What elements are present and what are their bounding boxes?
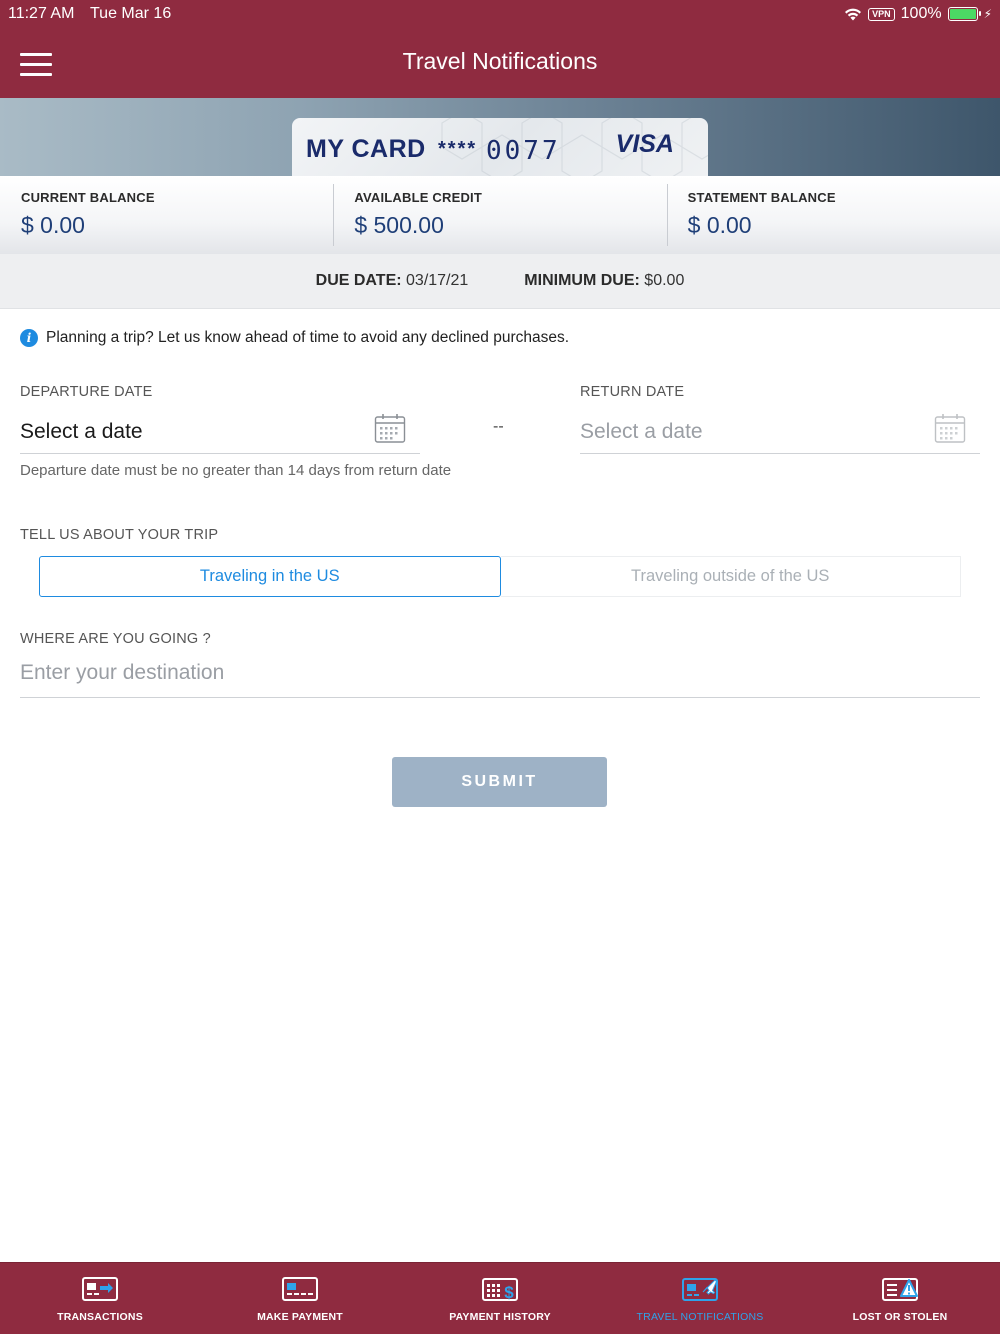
make-payment-icon <box>282 1277 318 1301</box>
tab-payment-history[interactable]: $ PAYMENT HISTORY <box>400 1263 600 1334</box>
balance-value: $ 0.00 <box>21 212 85 238</box>
battery-icon <box>947 7 981 21</box>
tab-label: PAYMENT HISTORY <box>449 1311 551 1323</box>
visa-logo: VISA <box>615 130 674 158</box>
lost-or-stolen-icon <box>882 1278 918 1301</box>
tab-transactions[interactable]: TRANSACTIONS <box>0 1263 200 1334</box>
date-hint: Departure date must be no greater than 1… <box>20 462 452 479</box>
info-text: Planning a trip? Let us know ahead of ti… <box>46 329 570 346</box>
departure-date-label: DEPARTURE DATE <box>20 384 153 400</box>
card-name: MY CARD <box>306 135 426 163</box>
minimum-due-label: MINIMUM DUE: <box>524 272 640 289</box>
balance-label: CURRENT BALANCE <box>21 190 155 205</box>
submit-button[interactable]: SUBMIT <box>392 757 607 807</box>
trip-type-label: TELL US ABOUT YOUR TRIP <box>20 527 219 543</box>
current-balance: CURRENT BALANCE $ 0.00 <box>0 176 333 254</box>
balance-label: AVAILABLE CREDIT <box>354 190 482 205</box>
balance-label: STATEMENT BALANCE <box>687 190 836 205</box>
bottom-tab-bar: TRANSACTIONS MAKE PAYMENT $ PAYMENT HIST… <box>0 1262 1000 1334</box>
destination-label: WHERE ARE YOU GOING ? <box>20 631 211 647</box>
due-date: DUE DATE: 03/17/21 <box>316 272 469 290</box>
statement-balance: STATEMENT BALANCE $ 0.00 <box>666 176 1000 254</box>
minimum-due: MINIMUM DUE: $0.00 <box>524 272 684 290</box>
top-bar: 11:27 AM Tue Mar 16 VPN 100% ⚡ Travel No… <box>0 0 1000 98</box>
charging-bolt-icon: ⚡ <box>983 7 992 21</box>
return-date-value: Select a date <box>580 420 703 443</box>
calendar-icon <box>934 414 966 443</box>
tab-lost-or-stolen[interactable]: LOST OR STOLEN <box>800 1263 1000 1334</box>
trip-type-selector: Traveling in the US Traveling outside of… <box>39 556 961 597</box>
balance-value: $ 500.00 <box>354 212 444 238</box>
trip-option-outside-us[interactable]: Traveling outside of the US <box>500 556 961 597</box>
destination-input[interactable] <box>20 651 980 695</box>
tab-label: TRAVEL NOTIFICATIONS <box>636 1311 764 1323</box>
calendar-icon <box>374 414 406 443</box>
due-date-label: DUE DATE: <box>315 272 402 289</box>
payment-history-icon: $ <box>482 1278 518 1302</box>
return-date-field[interactable]: Select a date <box>580 412 980 454</box>
card-last-four: 0077 <box>486 136 561 166</box>
return-date-label: RETURN DATE <box>580 384 685 400</box>
tab-make-payment[interactable]: MAKE PAYMENT <box>200 1263 400 1334</box>
status-indicators: VPN 100% ⚡ <box>844 5 992 23</box>
minimum-due-value: $0.00 <box>644 272 685 289</box>
travel-notifications-icon <box>682 1278 718 1301</box>
tab-label: LOST OR STOLEN <box>852 1311 948 1323</box>
due-summary: DUE DATE: 03/17/21 MINIMUM DUE: $0.00 <box>0 254 1000 309</box>
info-message: i Planning a trip? Let us know ahead of … <box>20 329 569 347</box>
info-icon: i <box>20 329 38 347</box>
balances-panel: CURRENT BALANCE $ 0.00 AVAILABLE CREDIT … <box>0 176 1000 254</box>
date-range-separator: -- <box>493 418 504 435</box>
status-date: Tue Mar 16 <box>90 5 172 22</box>
departure-date-value: Select a date <box>20 420 143 443</box>
available-credit: AVAILABLE CREDIT $ 500.00 <box>333 176 666 254</box>
balance-value: $ 0.00 <box>687 212 752 238</box>
transactions-icon <box>82 1277 118 1301</box>
wifi-icon <box>845 8 862 21</box>
tab-label: MAKE PAYMENT <box>257 1311 343 1323</box>
svg-text:$: $ <box>504 1283 514 1302</box>
vpn-badge: VPN <box>868 7 895 21</box>
card-banner: MY CARD **** 0077 VISA <box>0 98 1000 176</box>
page-title: Travel Notifications <box>402 48 598 74</box>
departure-date-field[interactable]: Select a date <box>20 412 420 454</box>
destination-field <box>20 651 980 698</box>
card-number-mask: **** <box>438 138 478 160</box>
due-date-value: 03/17/21 <box>406 272 469 289</box>
tab-travel-notifications[interactable]: TRAVEL NOTIFICATIONS <box>600 1263 800 1334</box>
status-time: 11:27 AM <box>8 5 75 22</box>
trip-option-in-us[interactable]: Traveling in the US <box>39 556 501 597</box>
tab-label: TRANSACTIONS <box>57 1311 143 1323</box>
credit-card[interactable]: MY CARD **** 0077 VISA <box>292 118 708 176</box>
battery-percent: 100% <box>900 5 942 22</box>
